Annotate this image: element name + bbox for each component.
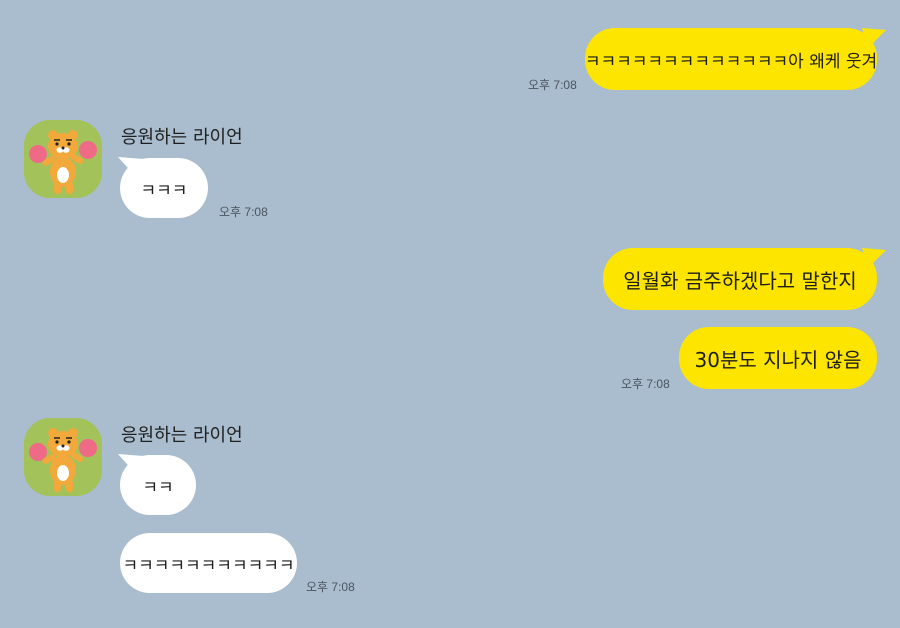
ryan-cheering-avatar-icon — [24, 120, 102, 198]
message-time: 오후 7:08 — [306, 580, 355, 594]
sender-name: 응원하는 라이언 — [121, 425, 243, 446]
message-text: 30분도 지나지 않음 — [694, 347, 862, 372]
message-bubble-mine[interactable]: 30분도 지나지 않음 — [679, 327, 877, 389]
ryan-cheering-avatar-icon — [24, 418, 102, 496]
message-bubble-theirs[interactable]: ㅋㅋ — [120, 455, 196, 515]
message-text: ㅋㅋㅋㅋㅋㅋㅋㅋㅋㅋㅋㅋㅋ아 왜케 웃겨 — [584, 51, 878, 72]
message-text: 일월화 금주하겠다고 말한지 — [623, 268, 857, 293]
message-bubble-mine[interactable]: 일월화 금주하겠다고 말한지 — [603, 248, 877, 310]
sender-name: 응원하는 라이언 — [121, 127, 243, 148]
message-bubble-theirs[interactable]: ㅋㅋㅋ — [120, 158, 208, 218]
sender-avatar[interactable] — [24, 418, 102, 496]
bubble-tail-icon — [862, 28, 886, 48]
message-bubble-theirs[interactable]: ㅋㅋㅋㅋㅋㅋㅋㅋㅋㅋㅋ — [120, 533, 297, 593]
message-time: 오후 7:08 — [528, 78, 577, 92]
message-bubble-mine[interactable]: ㅋㅋㅋㅋㅋㅋㅋㅋㅋㅋㅋㅋㅋ아 왜케 웃겨 — [585, 28, 877, 90]
sender-avatar[interactable] — [24, 120, 102, 198]
message-text: ㅋㅋㅋㅋㅋㅋㅋㅋㅋㅋㅋ — [122, 555, 295, 576]
message-text: ㅋㅋㅋ — [140, 180, 188, 201]
message-time: 오후 7:08 — [621, 377, 670, 391]
message-text: ㅋㅋ — [142, 477, 174, 498]
bubble-tail-icon — [862, 248, 886, 268]
message-time: 오후 7:08 — [219, 205, 268, 219]
